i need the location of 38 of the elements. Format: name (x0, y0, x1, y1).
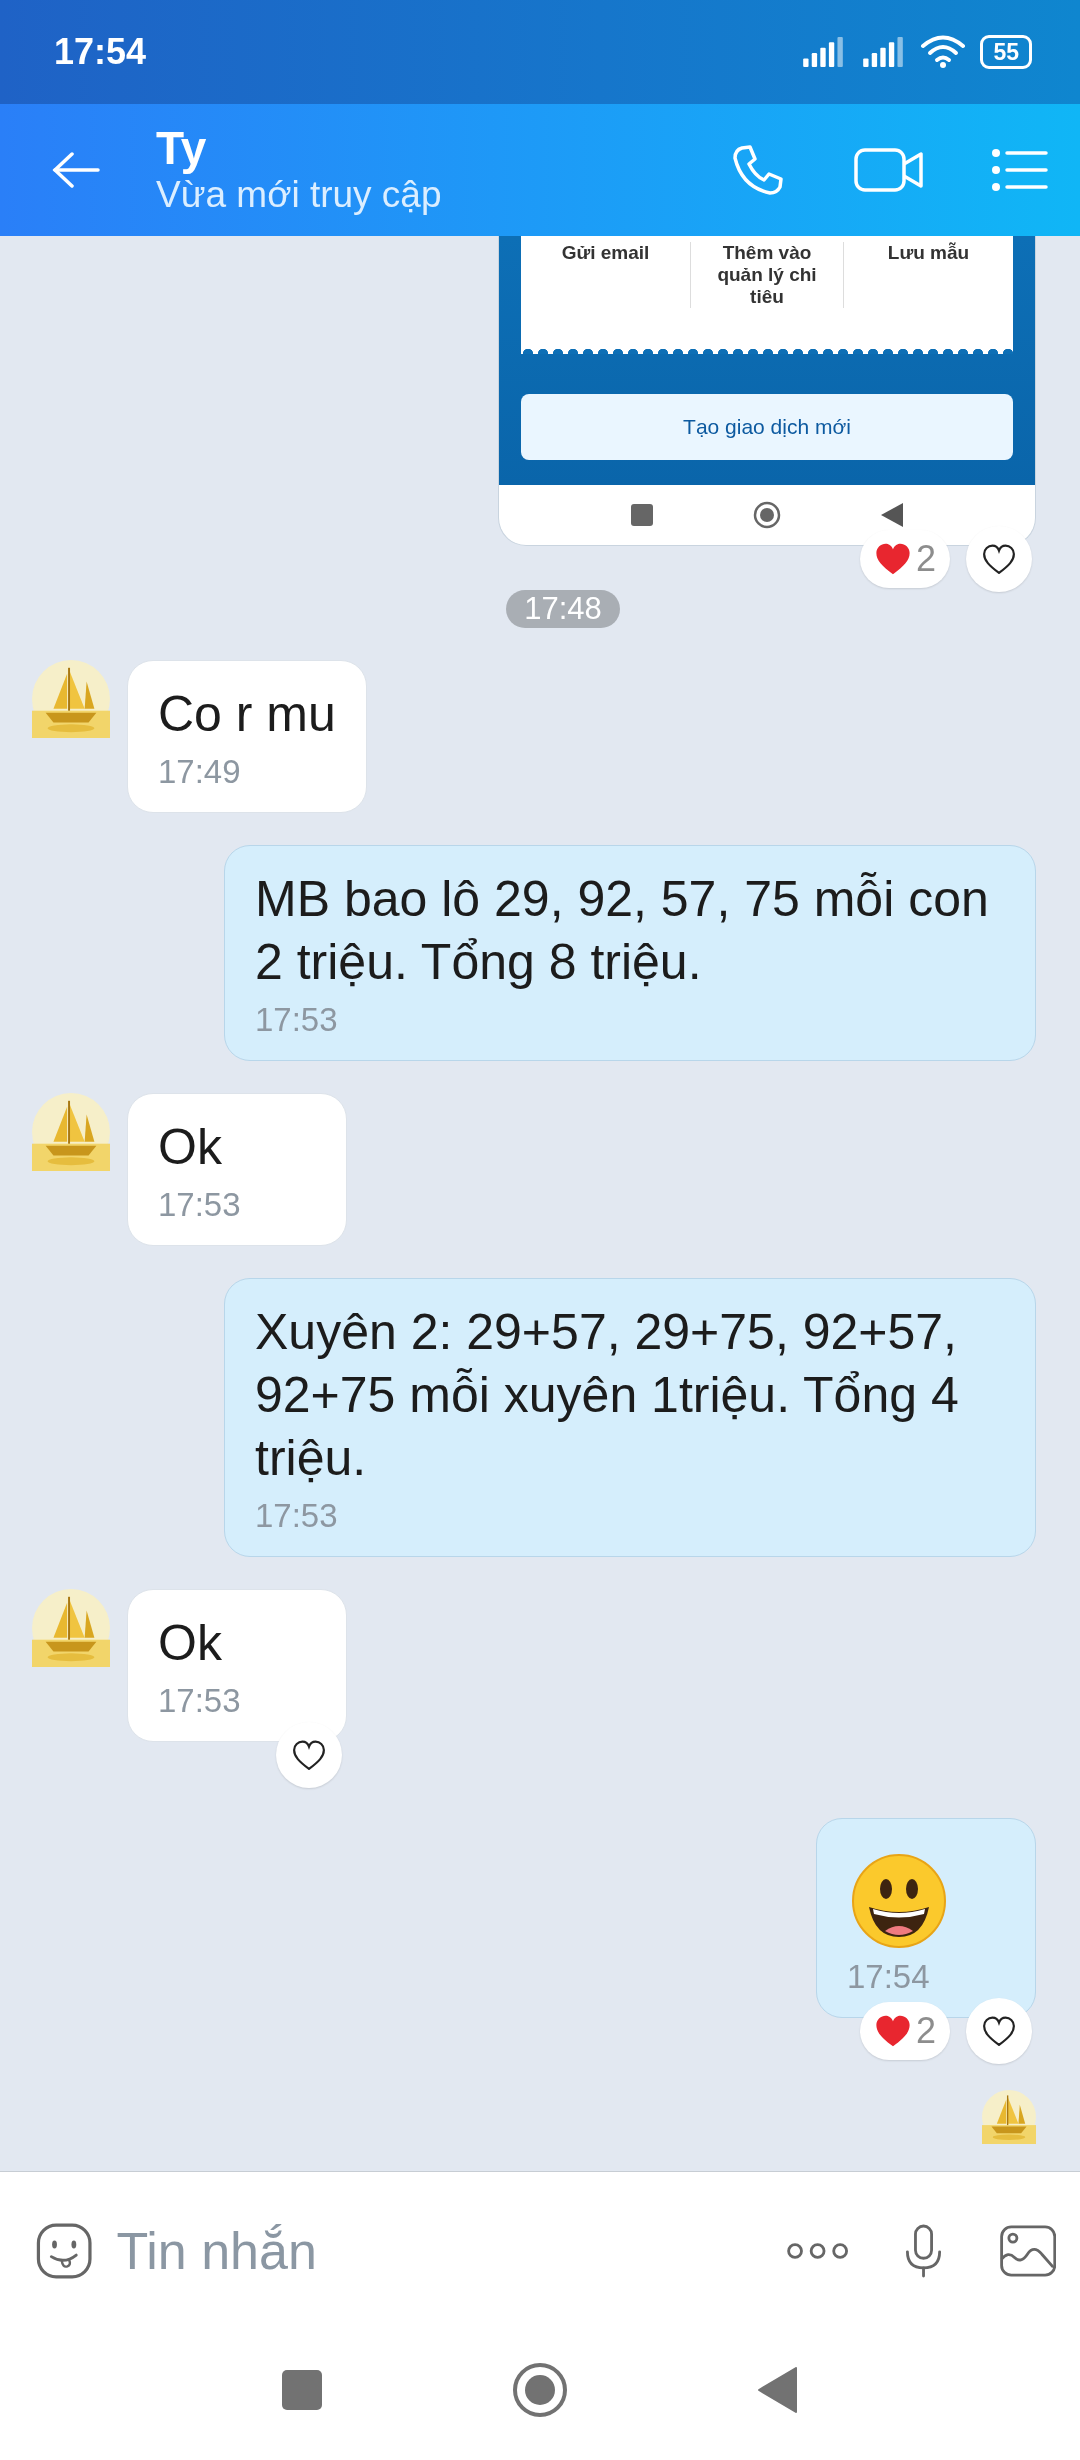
video-camera-icon[interactable] (854, 146, 924, 194)
action-label: Lưu mẫu (842, 242, 1013, 308)
message-text: Ok (158, 1118, 223, 1177)
message-time: 17:53 (255, 1000, 339, 1040)
reaction-count-badge[interactable]: 2 (859, 2002, 950, 2060)
square-icon (631, 504, 653, 526)
home-button[interactable] (512, 2362, 568, 2418)
time-divider: 17:48 (506, 590, 620, 628)
heart-outline-icon (982, 2015, 1016, 2047)
wifi-icon (920, 35, 967, 69)
heart-icon (873, 2013, 912, 2049)
message-time: 17:54 (847, 1957, 931, 1997)
heart-outline-icon (982, 543, 1016, 575)
back-button[interactable] (758, 2367, 798, 2413)
message-text: Co r mu (158, 685, 336, 744)
triangle-icon (881, 503, 903, 527)
action-label: Thêm vào quản lý chi tiêu (690, 242, 843, 308)
heart-icon (873, 541, 912, 577)
like-button[interactable] (276, 1722, 342, 1788)
contact-status: Vừa mới truy cập (156, 174, 443, 217)
reaction-count-badge[interactable]: 2 (859, 530, 950, 588)
contact-name: Ty (156, 123, 208, 173)
message-time: 17:53 (255, 1496, 339, 1536)
home-circle-icon (753, 501, 781, 529)
like-button[interactable] (966, 1998, 1032, 2064)
message-text: Xuyên 2: 29+57, 29+75, 92+57, 92+75 mỗi xuyên 1triệu. Tổng 4 triệu. (255, 1303, 960, 1488)
message-time: 17:53 (158, 1681, 242, 1721)
message-text: MB bao lô 29, 92, 57, 75 mỗi con 2 triệu. Tổng 8 triệu. (255, 870, 990, 992)
action-label: Gửi email (560, 242, 651, 265)
grinning-face-icon (851, 1853, 947, 1949)
heart-outline-icon (292, 1739, 326, 1771)
battery-indicator: 55 (980, 35, 1032, 69)
like-button[interactable] (966, 526, 1032, 592)
message-time: 17:53 (158, 1185, 242, 1225)
status-time: 17:54 (54, 31, 147, 73)
phone-icon[interactable] (730, 142, 786, 198)
message-text: Ok (158, 1614, 223, 1673)
message-time: 17:49 (158, 752, 242, 792)
